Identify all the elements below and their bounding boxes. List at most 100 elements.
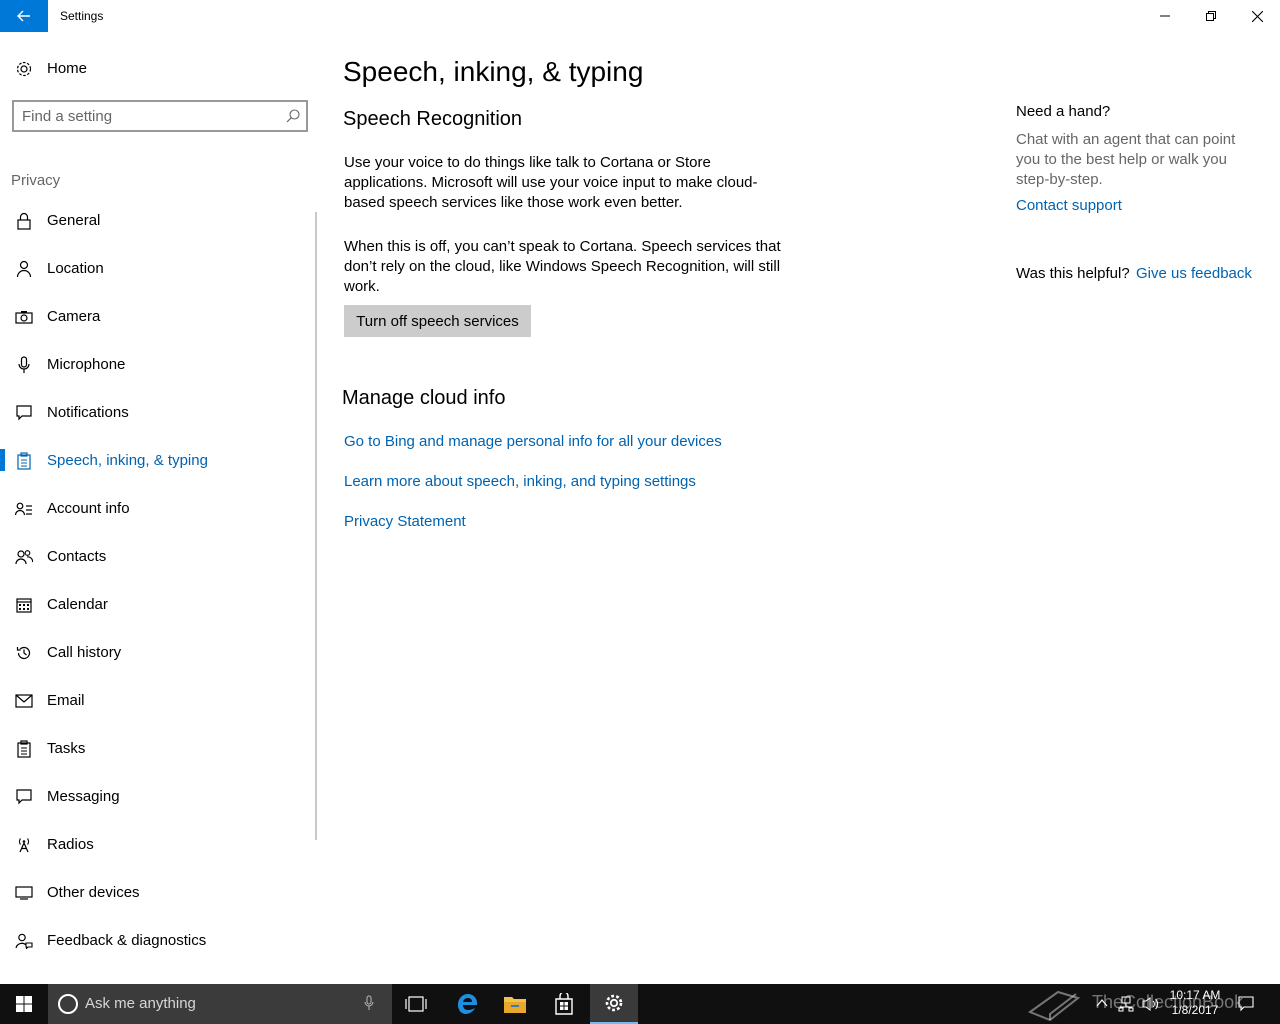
help-title: Need a hand? [1016,103,1111,120]
watermark-book-logo [1027,988,1081,1024]
store-icon [555,993,573,1015]
edge-button[interactable] [443,984,491,1024]
sidebar-section-title: Privacy [11,172,61,189]
cortana-icon [58,994,78,1014]
clock-date: 1/8/2017 [1171,1003,1219,1017]
radio-tower-icon [15,836,33,854]
windows-logo-icon [16,996,32,1012]
person-icon [15,260,33,278]
restore-button[interactable] [1188,0,1234,32]
microphone-icon[interactable] [364,995,374,1016]
search-icon[interactable] [286,109,300,128]
close-icon [1251,10,1263,22]
manage-cloud-info-heading: Manage cloud info [342,387,506,409]
task-view-icon [405,996,427,1012]
sidebar-item-calendar[interactable]: Calendar [0,580,316,628]
sidebar-item-general[interactable]: General [0,196,316,244]
close-button[interactable] [1234,0,1280,32]
settings-search-input[interactable] [22,106,272,126]
mail-icon [15,692,33,710]
page-title: Speech, inking, & typing [343,56,644,87]
sidebar-item-label: Feedback & diagnostics [47,932,207,949]
microphone-icon [15,356,33,374]
title-bar: Settings [0,0,1280,32]
action-center-icon[interactable] [1238,996,1254,1017]
sidebar-item-messaging[interactable]: Messaging [0,772,316,820]
sidebar-item-notifications[interactable]: Notifications [0,388,316,436]
feedback-icon [15,932,33,950]
clipboard-icon [15,452,33,470]
notification-icon [15,404,33,422]
chevron-up-icon[interactable] [1096,996,1108,1015]
sidebar-item-label: General [47,212,101,229]
sidebar-item-label: Call history [47,644,122,661]
gear-icon [605,994,623,1012]
cortana-search-placeholder: Ask me anything [85,995,196,1012]
sidebar-item-microphone[interactable]: Microphone [0,340,316,388]
message-icon [15,788,33,806]
sidebar-item-label: Account info [47,500,130,517]
restore-icon [1206,11,1216,21]
minimize-button[interactable] [1142,0,1188,32]
sidebar-item-label: Contacts [47,548,107,565]
sidebar-item-email[interactable]: Email [0,676,316,724]
taskbar-clock[interactable]: 10:17 AM 1/8/2017 [1160,988,1230,1018]
privacy-statement-link[interactable]: Privacy Statement [344,513,466,530]
contact-support-link[interactable]: Contact support [1016,197,1122,214]
turn-off-speech-services-button[interactable]: Turn off speech services [344,305,531,337]
help-description: Chat with an agent that can point you to… [1016,131,1236,188]
window-title: Settings [60,9,104,23]
lock-icon [15,212,33,230]
speech-description: Use your voice to do things like talk to… [344,154,758,211]
sidebar-item-tasks[interactable]: Tasks [0,724,316,772]
sidebar-item-camera[interactable]: Camera [0,292,316,340]
sidebar-scrollbar[interactable] [315,212,317,840]
sidebar-item-feedback-diagnostics[interactable]: Feedback & diagnostics [0,916,316,964]
back-arrow-icon [17,10,30,22]
tasks-icon [15,740,33,758]
sidebar-item-label: Camera [47,308,101,325]
sidebar-item-label: Email [47,692,85,709]
sidebar-item-location[interactable]: Location [0,244,316,292]
give-feedback-link[interactable]: Give us feedback [1136,265,1252,282]
start-button[interactable] [0,984,48,1024]
sidebar-item-label: Tasks [47,740,86,757]
minimize-icon [1160,15,1170,17]
speech-recognition-heading: Speech Recognition [343,108,523,130]
bing-manage-info-link[interactable]: Go to Bing and manage personal info for … [344,433,722,450]
sidebar-item-label: Calendar [47,596,108,613]
helpful-label: Was this helpful? [1016,265,1130,282]
sidebar-item-label: Notifications [47,404,129,421]
settings-taskbar-button[interactable] [590,984,638,1024]
devices-icon [15,884,33,902]
settings-window: Settings Home Privacy General Location [0,0,1280,1024]
camera-icon [15,308,33,326]
file-explorer-button[interactable] [491,984,539,1024]
settings-search-box[interactable] [12,100,308,132]
sidebar-item-call-history[interactable]: Call history [0,628,316,676]
volume-icon[interactable] [1142,996,1160,1017]
cortana-search-box[interactable]: Ask me anything [48,984,392,1024]
sidebar-item-other-devices[interactable]: Other devices [0,868,316,916]
sidebar-item-radios[interactable]: Radios [0,820,316,868]
contacts-icon [15,548,33,566]
store-button[interactable] [540,984,588,1024]
sidebar-nav: General Location Camera Microphone Notif… [0,196,316,964]
sidebar-item-contacts[interactable]: Contacts [0,532,316,580]
sidebar-item-label: Speech, inking, & typing [47,452,208,469]
back-button[interactable] [0,0,48,32]
gear-icon [15,60,33,83]
sidebar-item-label: Other devices [47,884,140,901]
home-nav[interactable]: Home [0,52,320,86]
task-view-button[interactable] [392,984,440,1024]
sidebar-item-label: Microphone [47,356,126,373]
sidebar-item-label: Messaging [47,788,120,805]
account-info-icon [15,500,33,518]
sidebar-item-speech-inking-typing[interactable]: Speech, inking, & typing [0,436,316,484]
speech-off-note: When this is off, you can’t speak to Cor… [344,238,781,295]
home-label: Home [47,60,88,77]
network-icon[interactable] [1118,996,1134,1017]
learn-more-link[interactable]: Learn more about speech, inking, and typ… [344,473,696,490]
sidebar-item-account-info[interactable]: Account info [0,484,316,532]
folder-icon [504,997,526,1013]
